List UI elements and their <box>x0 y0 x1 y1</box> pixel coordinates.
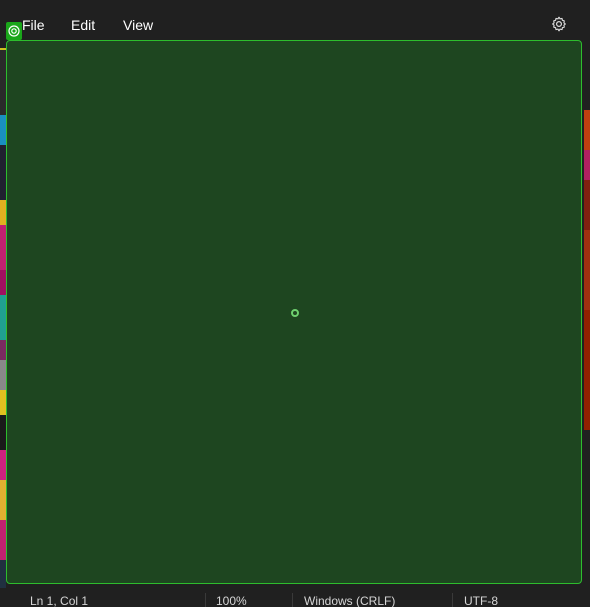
status-line-ending[interactable]: Windows (CRLF) <box>304 594 395 607</box>
menu-edit[interactable]: Edit <box>71 16 95 34</box>
status-cursor-position: Ln 1, Col 1 <box>30 594 89 607</box>
text-editor-area[interactable] <box>6 40 582 584</box>
status-divider <box>292 593 293 607</box>
notepad-window: File Edit View Ln 1, Col 1 100% Windows … <box>0 0 590 607</box>
gear-icon <box>552 16 566 32</box>
settings-button[interactable] <box>548 13 570 35</box>
cursor-target-marker <box>291 309 299 317</box>
menu-file[interactable]: File <box>22 16 45 34</box>
status-encoding[interactable]: UTF-8 <box>464 594 498 607</box>
menu-view[interactable]: View <box>123 16 153 34</box>
status-zoom-level[interactable]: 100% <box>216 594 247 607</box>
status-divider <box>452 593 453 607</box>
desktop-background-right <box>584 110 590 430</box>
status-divider <box>205 593 206 607</box>
status-bar: Ln 1, Col 1 100% Windows (CRLF) UTF-8 <box>0 588 590 607</box>
target-icon <box>6 22 22 40</box>
